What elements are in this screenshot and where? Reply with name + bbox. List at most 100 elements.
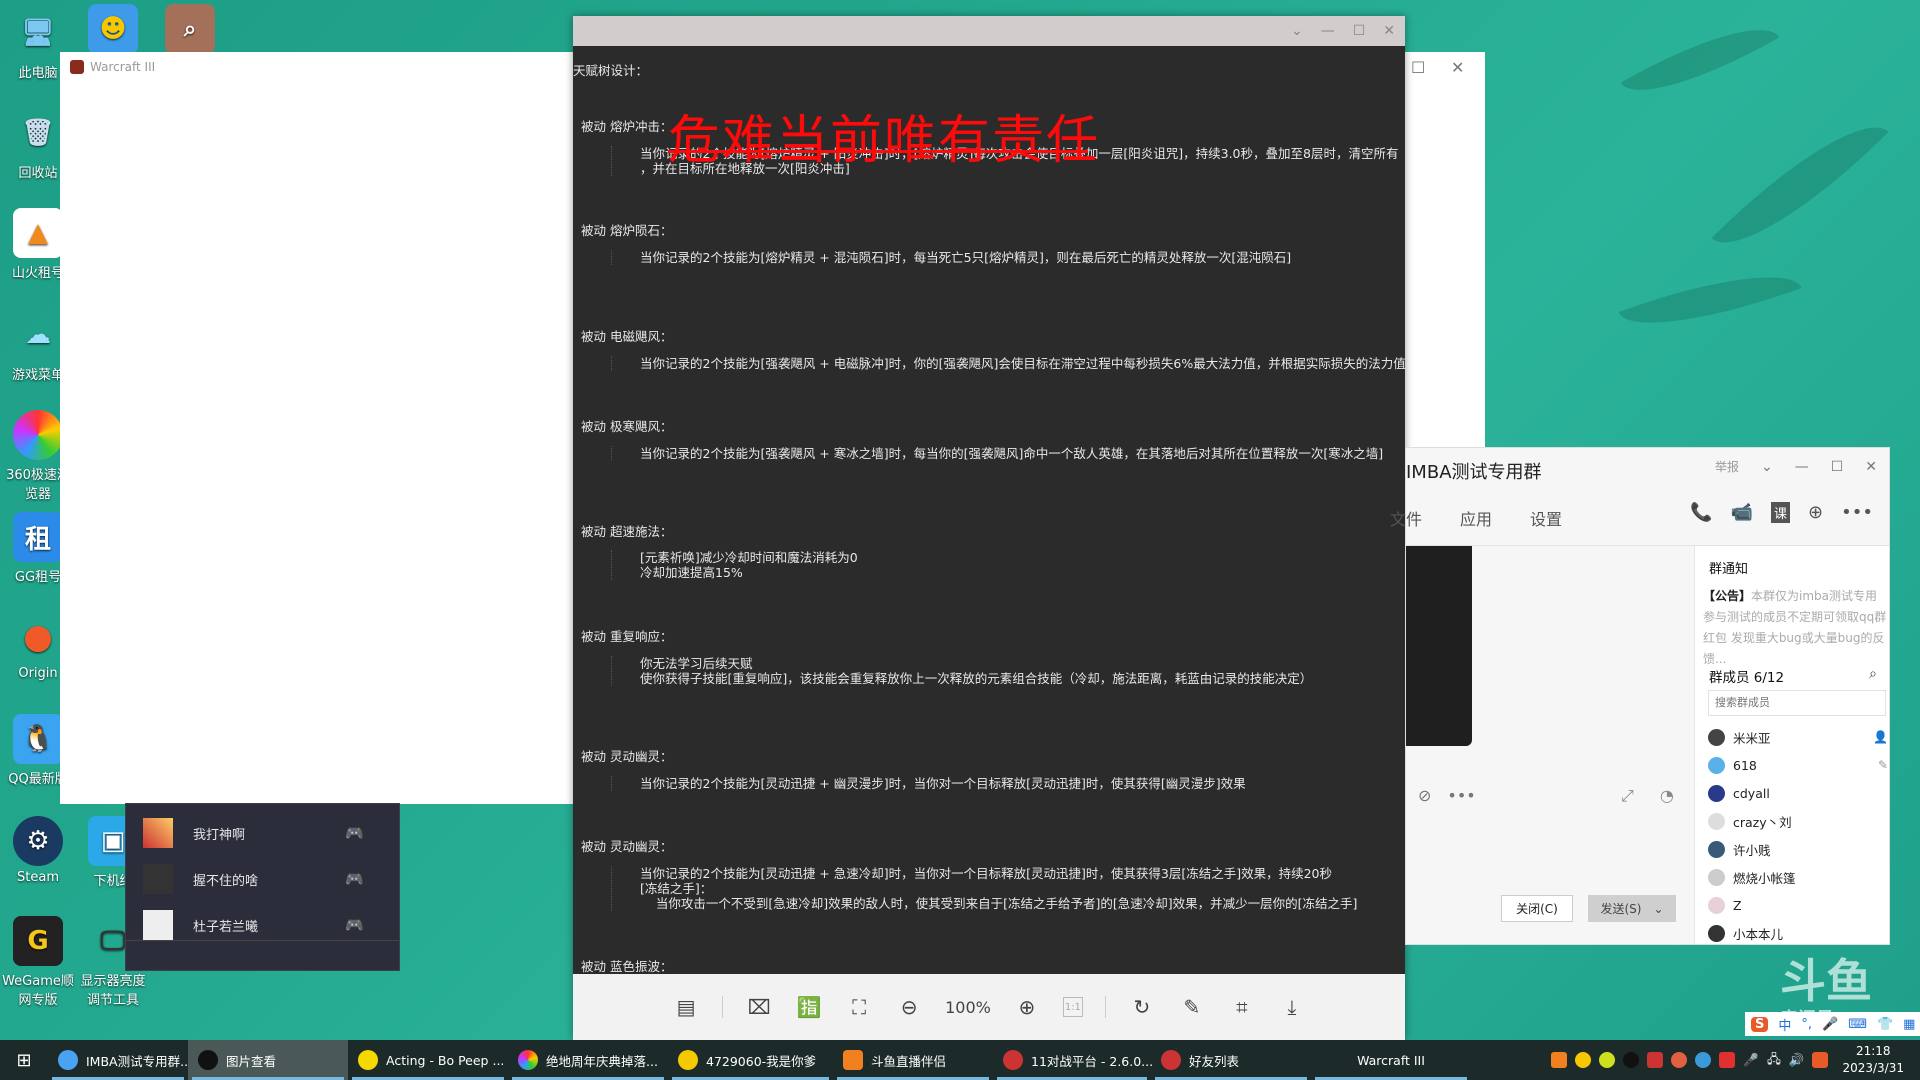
volume-icon[interactable]: 🔊 [1789, 1052, 1805, 1068]
section-line: 当你攻击一个不受到[急速冷却]效果的敌人时，使其受到来自于[冻结之手给予者]的[… [640, 896, 1358, 911]
course-button[interactable]: 课 [1771, 502, 1791, 523]
qq-penguin-icon: 🐧 [13, 714, 63, 764]
member-item[interactable]: cdyall [1708, 779, 1888, 807]
network-tray-icon[interactable] [1695, 1052, 1712, 1068]
douyu-tray-icon[interactable] [1551, 1052, 1568, 1068]
desktop-icon-steam[interactable]: ⚙ Steam [0, 816, 76, 885]
watermark-text: 斗鱼 [1780, 954, 1872, 1008]
toolbar-divider [1104, 996, 1106, 1018]
member-search-input[interactable] [1708, 690, 1886, 716]
tab-files[interactable]: 文件 [1390, 506, 1422, 530]
fit-screen-icon[interactable]: ⛶ [845, 993, 873, 1021]
more-icon[interactable]: ••• [1841, 502, 1873, 523]
member-item[interactable]: crazy丶刘 [1708, 807, 1888, 835]
sogou-tray-icon[interactable] [1812, 1052, 1829, 1068]
app-tray-icon[interactable] [1719, 1052, 1736, 1068]
windows-start-icon[interactable]: ⊞ [0, 1040, 48, 1080]
desktop-icon-wegame[interactable]: G WeGame顺网专版 [0, 916, 76, 1008]
maximize-icon[interactable]: ☐ [1353, 23, 1366, 39]
punctuation-icon[interactable]: °, [1801, 1017, 1812, 1032]
rotate-icon[interactable]: ↻ [1128, 993, 1156, 1021]
send-label: 发送(S) [1600, 902, 1642, 916]
expand-icon[interactable]: ⤢ [1621, 786, 1634, 806]
close-icon[interactable]: ✕ [1383, 23, 1395, 39]
search-icon[interactable]: ⌕ [1869, 666, 1877, 682]
taskbar-item[interactable]: 图片查看 [188, 1040, 348, 1080]
group-side-panel: 群通知 【公告】本群仅为imba测试专用 参与测试的成员不定期可领取qq群红包 … [1694, 546, 1889, 944]
image-viewer-window[interactable]: ⌄ — ☐ ✕ 天赋树设计： 被动 熔炉冲击： 当你记录的2个技能为[熔炉精灵 … [573, 16, 1405, 1040]
chevron-down-icon[interactable]: ⌄ [1653, 902, 1663, 916]
taskbar-item[interactable]: Warcraft III [1311, 1040, 1471, 1080]
tab-settings[interactable]: 设置 [1530, 506, 1562, 530]
notice-body[interactable]: 【公告】本群仅为imba测试专用 参与测试的成员不定期可领取qq群红包 发现重大… [1703, 586, 1889, 670]
chevron-down-icon[interactable]: ⌄ [1291, 23, 1303, 39]
add-icon[interactable]: ⊕ [1808, 502, 1823, 523]
download-icon[interactable]: ⤓ [1278, 993, 1306, 1021]
gamepad-icon: 🎮 [345, 824, 364, 842]
ocr-text-icon[interactable]: ⌧ [745, 993, 773, 1021]
tab-apps[interactable]: 应用 [1460, 506, 1492, 530]
qq-group-chat-window[interactable]: IMBA测试专用群 举报 ⌄ — ☐ ✕ 文件 应用 设置 📞 📹 课 ⊕ ••… [1390, 447, 1890, 945]
member-item[interactable]: 燃烧小帐篷 [1708, 863, 1888, 891]
report-button[interactable]: 举报 [1715, 458, 1739, 475]
translate-icon[interactable]: 🈯 [795, 993, 823, 1021]
desktop-icon-yy[interactable]: ☻ [75, 4, 151, 58]
member-item[interactable]: 米米亚 👤 [1708, 723, 1888, 751]
microphone-icon[interactable]: 🎤 [1743, 1052, 1759, 1068]
ime-language[interactable]: 中 [1778, 1015, 1791, 1034]
taskbar-item[interactable]: 斗鱼直播伴侣 [833, 1040, 993, 1080]
close-icon[interactable]: ✕ [1865, 459, 1877, 475]
close-chat-button[interactable]: 关闭(C) [1501, 895, 1573, 922]
member-item[interactable]: 小本本儿 [1708, 919, 1888, 947]
friend-item[interactable]: 我打神啊 🎮 [126, 810, 399, 856]
taskbar-item[interactable]: Acting - Bo Peep ... [348, 1040, 508, 1080]
taskbar-item[interactable]: 11对战平台 - 2.6.0... [993, 1040, 1153, 1080]
music-tray-icon[interactable] [1599, 1052, 1616, 1068]
game-tray-icon[interactable] [1671, 1052, 1688, 1068]
skin-icon[interactable]: 👕 [1877, 1017, 1893, 1032]
close-icon[interactable]: ✕ [1451, 58, 1464, 77]
block-icon[interactable]: ⊘ [1418, 786, 1431, 805]
taskbar-item[interactable]: 绝地周年庆典掉落... [508, 1040, 668, 1080]
desktop-icon-search[interactable]: ⌕ [152, 4, 228, 58]
qq-tray-icon[interactable] [1623, 1052, 1640, 1068]
member-item[interactable]: Z [1708, 891, 1888, 919]
maximize-icon[interactable]: ☐ [1411, 58, 1425, 77]
minimize-icon[interactable]: — [1795, 459, 1809, 475]
yy-tray-icon[interactable] [1575, 1052, 1592, 1068]
chat-image-thumbnail[interactable] [1406, 546, 1472, 746]
steam-icon: ⚙ [13, 816, 63, 866]
member-item[interactable]: 618 ✎ [1708, 751, 1888, 779]
keyboard-icon[interactable]: ⌨ [1848, 1017, 1867, 1032]
chevron-down-icon[interactable]: ⌄ [1761, 459, 1773, 475]
network-icon[interactable]: 🖧 [1767, 1050, 1781, 1071]
taskbar-item[interactable]: 好友列表 [1151, 1040, 1311, 1080]
platform-tray-icon[interactable] [1647, 1052, 1664, 1068]
toolbox-icon[interactable]: ▦ [1903, 1017, 1915, 1032]
actual-size-button[interactable]: 1:1 [1062, 997, 1083, 1017]
clock[interactable]: 21:18 2023/3/31 [1836, 1043, 1910, 1077]
taskbar-item[interactable]: 4729060-我是你爹 [668, 1040, 833, 1080]
member-name: 米米亚 [1733, 730, 1771, 746]
microphone-icon[interactable]: 🎤 [1822, 1017, 1838, 1032]
video-call-icon[interactable]: 📹 [1731, 502, 1753, 523]
member-item[interactable]: 许小贱 [1708, 835, 1888, 863]
clock-time: 21:18 [1855, 1044, 1891, 1058]
history-clock-icon[interactable]: ◔ [1660, 786, 1674, 806]
zoom-out-icon[interactable]: ⊖ [895, 993, 923, 1021]
edit-icon[interactable]: ✎ [1178, 993, 1206, 1021]
taskbar-item[interactable]: IMBA测试专用群... [48, 1040, 192, 1080]
crop-icon[interactable]: ⌗ [1228, 993, 1256, 1021]
sogou-icon[interactable]: S [1751, 1016, 1769, 1032]
friend-item[interactable]: 握不住的啥 🎮 [126, 856, 399, 902]
gamepad-icon: 🎮 [345, 870, 364, 888]
warcraft-window[interactable]: Warcraft III [60, 52, 575, 804]
zoom-in-icon[interactable]: ⊕ [1013, 993, 1041, 1021]
minimize-icon[interactable]: — [1321, 23, 1335, 39]
send-button[interactable]: 发送(S) ⌄ [1588, 895, 1676, 922]
maximize-icon[interactable]: ☐ [1831, 459, 1844, 475]
thumbnail-grid-icon[interactable]: ▤ [672, 993, 700, 1021]
phone-icon[interactable]: 📞 [1690, 502, 1712, 523]
more-tools-icon[interactable]: ••• [1447, 786, 1475, 805]
section-line: 当你记录的2个技能为[灵动迅捷 + 急速冷却]时，当你对一个目标释放[灵动迅捷]… [640, 866, 1332, 881]
